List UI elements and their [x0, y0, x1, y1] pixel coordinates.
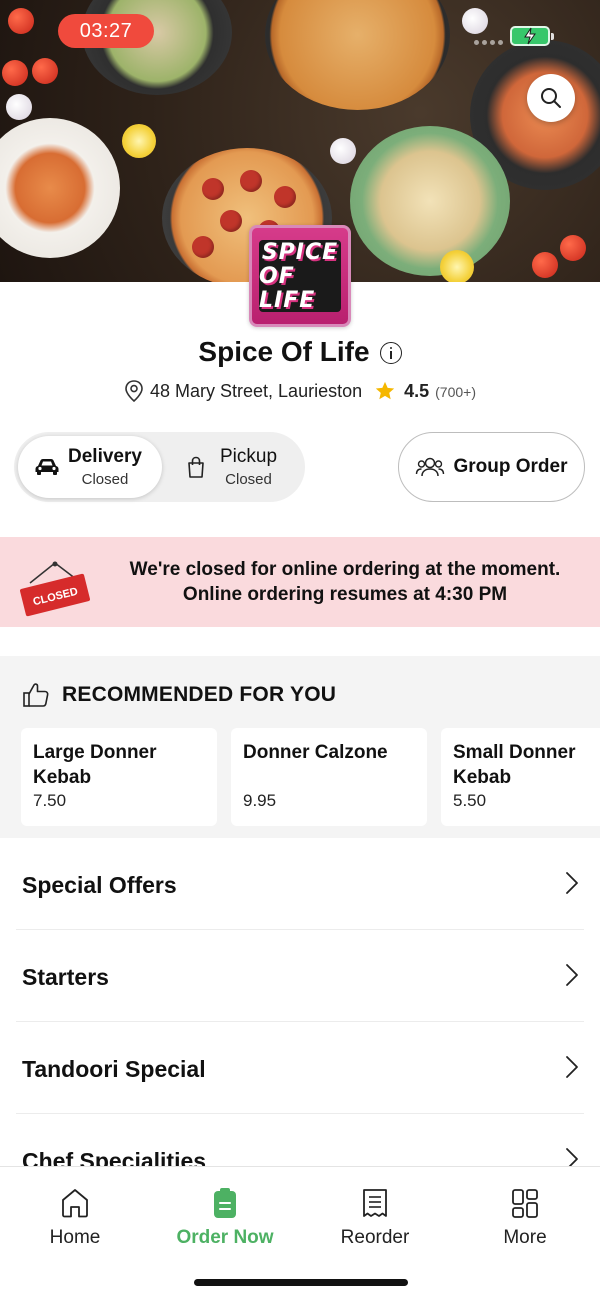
- group-order-label: Group Order: [453, 456, 568, 477]
- tab-label: More: [503, 1227, 547, 1248]
- home-icon: [62, 1189, 88, 1218]
- recommended-item-name: Large Donner Kebab: [33, 742, 157, 788]
- tab-label: Reorder: [340, 1227, 410, 1248]
- logo-text-line2: OF LIFE: [259, 264, 316, 313]
- recommended-section: RECOMMENDED FOR YOU Large Donner Kebab 7…: [0, 656, 600, 838]
- closed-sign-icon: CLOSED: [20, 561, 90, 617]
- tab-label: Order Now: [176, 1227, 274, 1248]
- grid-icon: [512, 1189, 538, 1218]
- group-icon: [416, 457, 445, 477]
- category-label: Tandoori Special: [22, 1056, 206, 1082]
- pickup-option[interactable]: Pickup Closed: [182, 436, 302, 498]
- tab-more[interactable]: More: [465, 1187, 585, 1249]
- category-special-offers[interactable]: Special Offers: [16, 838, 584, 930]
- receipt-icon: [363, 1189, 387, 1217]
- tab-reorder[interactable]: Reorder: [315, 1187, 435, 1249]
- recommended-item-name: Small Donner Kebab: [453, 742, 576, 788]
- closed-message-line1: We're closed for online ordering at the …: [129, 559, 561, 580]
- status-time: 03:27: [58, 14, 154, 48]
- restaurant-address-row: 48 Mary Street, Laurieston 4.5 (700+): [0, 380, 600, 402]
- pickup-status: Closed: [225, 471, 272, 488]
- delivery-status: Closed: [81, 471, 129, 488]
- chevron-right-icon: [566, 1056, 578, 1078]
- home-indicator: [194, 1279, 408, 1286]
- restaurant-name: Spice Of Life: [198, 336, 370, 367]
- recommended-item-price: 7.50: [33, 791, 67, 810]
- food-image-rice: [350, 126, 510, 276]
- order-mode-switch: Delivery Closed Pickup Closed: [14, 432, 305, 502]
- category-label: Special Offers: [22, 872, 177, 898]
- restaurant-logo: SPICE OF LIFE: [249, 225, 351, 327]
- category-label: Starters: [22, 964, 109, 990]
- rating-count: (700+): [435, 384, 476, 400]
- food-image-pizza: [265, 0, 450, 110]
- battery-icon: [510, 26, 554, 46]
- car-icon: [35, 459, 59, 475]
- shopping-bag-icon: [188, 456, 204, 478]
- pickup-label: Pickup: [220, 446, 278, 467]
- recommended-item[interactable]: Small Donner Kebab 5.50: [441, 728, 600, 826]
- delivery-label: Delivery: [68, 446, 142, 467]
- group-order-button[interactable]: Group Order: [398, 432, 585, 502]
- location-pin-icon: [125, 380, 143, 402]
- info-icon[interactable]: [379, 342, 402, 364]
- tab-label: Home: [49, 1227, 101, 1248]
- star-icon: [375, 381, 395, 400]
- logo-text-line1: SPICE: [261, 240, 339, 265]
- search-icon: [541, 88, 561, 108]
- recommended-item-name: Donner Calzone: [243, 742, 388, 763]
- recommended-item[interactable]: Large Donner Kebab 7.50: [21, 728, 217, 826]
- recommended-item[interactable]: Donner Calzone 9.95: [231, 728, 427, 826]
- tab-order-now[interactable]: Order Now: [165, 1187, 285, 1249]
- search-button[interactable]: [527, 74, 575, 122]
- food-image-shrimp-plate: [0, 118, 120, 258]
- delivery-option[interactable]: Delivery Closed: [18, 436, 162, 498]
- thumbs-up-icon: [23, 683, 49, 707]
- order-icon: [214, 1188, 236, 1218]
- chevron-right-icon: [566, 964, 578, 986]
- recommended-item-price: 9.95: [243, 791, 277, 810]
- chevron-right-icon: [566, 872, 578, 894]
- category-tandoori-special[interactable]: Tandoori Special: [16, 1022, 584, 1114]
- recommended-title: RECOMMENDED FOR YOU: [62, 683, 337, 706]
- closed-notice-banner: CLOSED We're closed for online ordering …: [0, 537, 600, 627]
- rating-value: 4.5: [404, 380, 430, 401]
- category-starters[interactable]: Starters: [16, 930, 584, 1022]
- closed-message-line2: Online ordering resumes at 4:30 PM: [182, 584, 508, 605]
- signal-icon: [474, 40, 503, 45]
- restaurant-title-row: Spice Of Life: [0, 336, 600, 368]
- restaurant-address: 48 Mary Street, Laurieston: [150, 380, 363, 401]
- tab-home[interactable]: Home: [15, 1187, 135, 1249]
- recommended-item-price: 5.50: [453, 791, 487, 810]
